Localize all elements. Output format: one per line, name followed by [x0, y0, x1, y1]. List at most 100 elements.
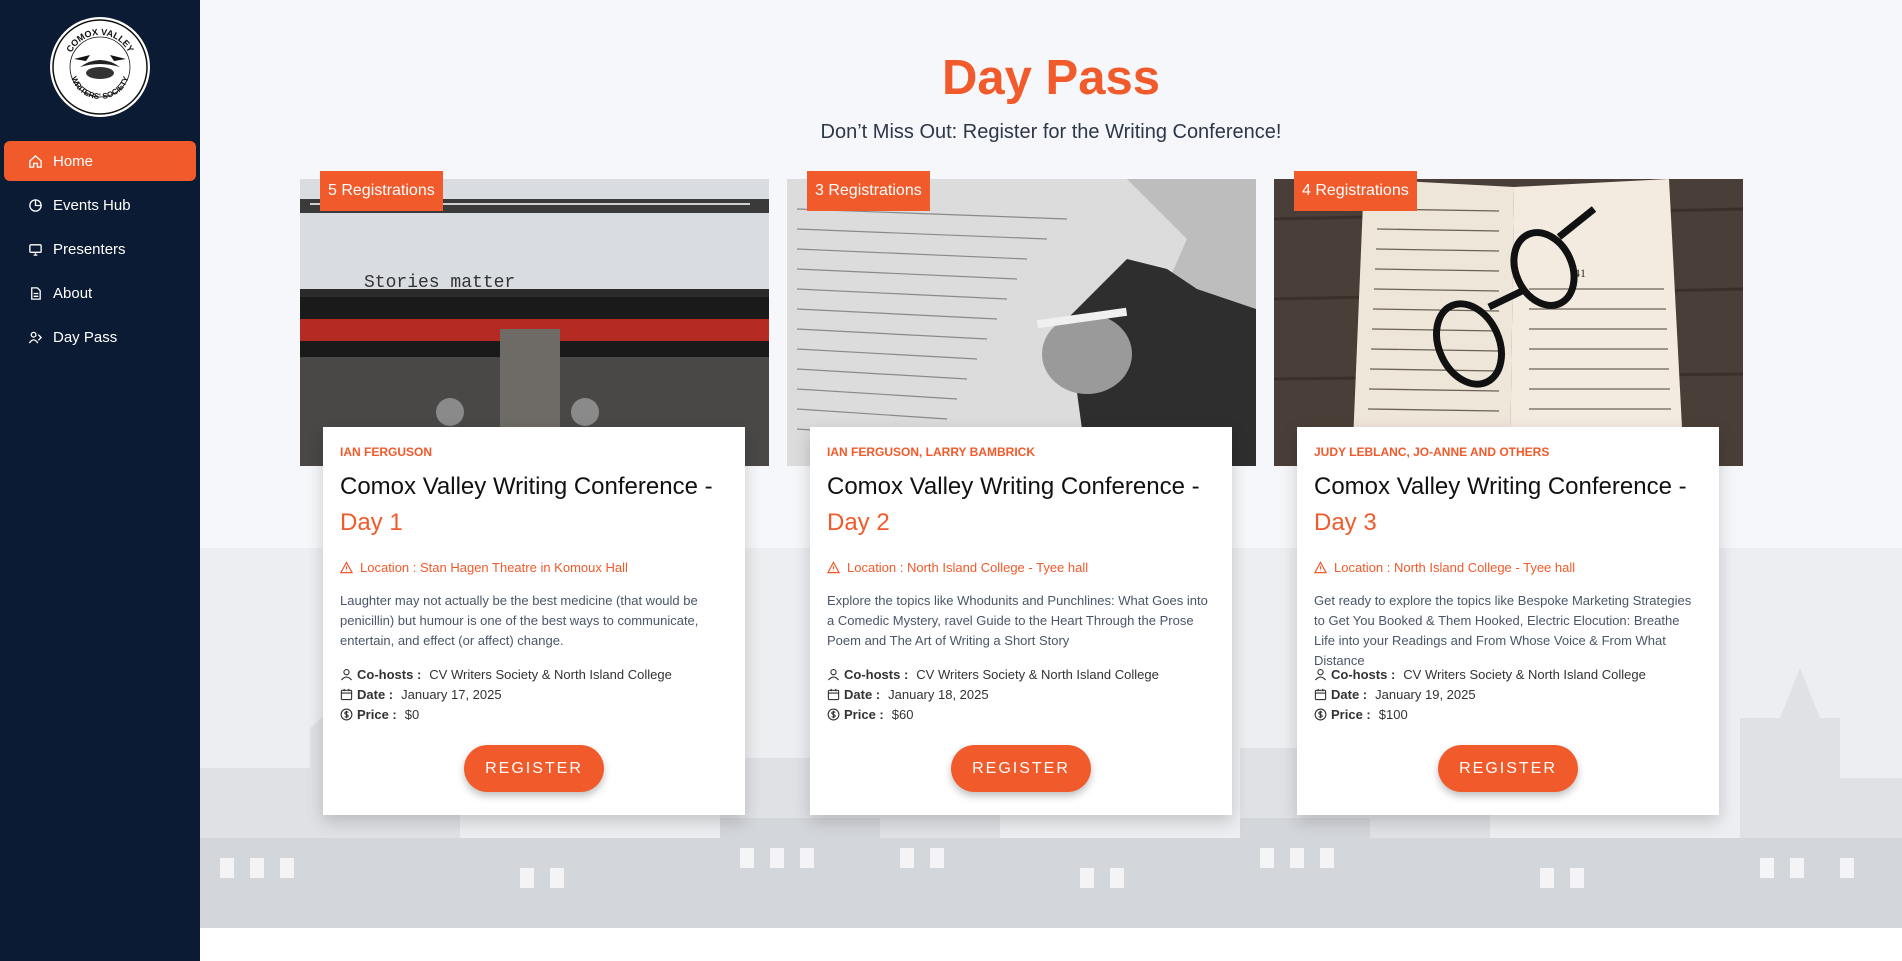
user-icon [827, 668, 840, 681]
typewriter-image: Stories matter [300, 179, 769, 466]
date-value: January 17, 2025 [401, 686, 502, 702]
cohosts-label: Co-hosts : [844, 666, 909, 682]
dollar-circle-icon [827, 708, 840, 721]
event-description: Laughter may not actually be the best me… [340, 593, 699, 648]
price-row: Price : $60 [827, 704, 1215, 724]
price-label: Price : [357, 706, 397, 722]
register-button[interactable]: REGISTER [1438, 745, 1578, 792]
event-title: Comox Valley Writing Conference - Day 1 [340, 469, 728, 541]
sidebar-item-label: Home [53, 152, 94, 170]
monitor-icon [28, 242, 43, 257]
cohosts-row: Co-hosts : CV Writers Society & North Is… [1314, 664, 1702, 684]
location-text: Location : North Island College - Tyee h… [847, 560, 1089, 575]
event-card: 3 Registrations Ian Ferguson, Larry Bamb… [787, 171, 1256, 819]
date-label: Date : [844, 686, 881, 702]
cohosts-value: CV Writers Society & North Island Colleg… [916, 666, 1159, 682]
date-value: January 18, 2025 [888, 686, 989, 702]
sidebar-item-events-hub[interactable]: Events Hub [4, 185, 196, 225]
event-meta: Co-hosts : CV Writers Society & North Is… [1314, 664, 1702, 724]
warning-triangle-icon [1314, 561, 1327, 574]
date-value: January 19, 2025 [1375, 686, 1476, 702]
book-glasses-image: 41 [1274, 179, 1743, 466]
price-value: $60 [891, 706, 914, 722]
event-title-day: Day 1 [340, 509, 403, 536]
sidebar-item-day-pass[interactable]: Day Pass [4, 317, 196, 357]
sidebar-item-label: Day Pass [53, 328, 118, 346]
sidebar-item-about[interactable]: About [4, 273, 196, 313]
dollar-circle-icon [340, 708, 353, 721]
location-text: Location : Stan Hagen Theatre in Komoux … [360, 560, 628, 575]
presenters-label: Judy LeBlanc, Jo-Anne and others [1314, 445, 1550, 459]
hand-writing-image [787, 179, 1256, 466]
users-icon [28, 330, 43, 345]
event-description: Explore the topics like Whodunits and Pu… [827, 593, 1208, 648]
calendar-icon [340, 688, 353, 701]
date-row: Date : January 17, 2025 [340, 684, 728, 704]
sidebar-item-label: About [53, 284, 93, 302]
event-meta: Co-hosts : CV Writers Society & North Is… [340, 664, 728, 724]
page-title: Day Pass [942, 51, 1160, 105]
price-row: Price : $100 [1314, 704, 1702, 724]
event-card-body: Ian Ferguson, Larry Bambrick Comox Valle… [810, 427, 1232, 815]
event-title-prefix: Comox Valley Writing Conference - [1314, 473, 1687, 500]
calendar-icon [827, 688, 840, 701]
sidebar-item-label: Events Hub [53, 196, 131, 214]
sidebar: COMOX VALLEY WRITERS' SOCIETY Home Event… [0, 0, 200, 961]
register-button[interactable]: REGISTER [951, 745, 1091, 792]
event-location: Location : North Island College - Tyee h… [1314, 560, 1702, 575]
register-button[interactable]: REGISTER [464, 745, 604, 792]
event-title: Comox Valley Writing Conference - Day 3 [1314, 469, 1702, 541]
event-card: Stories matter 5 Registrations Ian Fergu… [300, 171, 769, 819]
date-row: Date : January 18, 2025 [827, 684, 1215, 704]
event-location: Location : North Island College - Tyee h… [827, 560, 1215, 575]
event-meta: Co-hosts : CV Writers Society & North Is… [827, 664, 1215, 724]
date-label: Date : [357, 686, 394, 702]
warning-triangle-icon [827, 561, 840, 574]
sidebar-item-home[interactable]: Home [4, 141, 196, 181]
document-icon [28, 286, 43, 301]
cohosts-label: Co-hosts : [357, 666, 422, 682]
price-value: $100 [1378, 706, 1408, 722]
date-row: Date : January 19, 2025 [1314, 684, 1702, 704]
warning-triangle-icon [340, 561, 353, 574]
event-title-prefix: Comox Valley Writing Conference - [340, 473, 713, 500]
location-text: Location : North Island College - Tyee h… [1334, 560, 1576, 575]
event-title-day: Day 3 [1314, 509, 1377, 536]
event-description: Get ready to explore the topics like Bes… [1314, 593, 1692, 668]
image-text: Stories matter [364, 273, 515, 293]
event-title-prefix: Comox Valley Writing Conference - [827, 473, 1200, 500]
sidebar-nav: Home Events Hub Presenters About Day Pas… [4, 141, 196, 361]
logo-emblem: COMOX VALLEY WRITERS' SOCIETY [52, 19, 148, 115]
presenters-label: Ian Ferguson [340, 445, 433, 459]
main-content: Day Pass Don’t Miss Out: Register for th… [200, 0, 1902, 928]
event-location: Location : Stan Hagen Theatre in Komoux … [340, 560, 728, 575]
sidebar-item-label: Presenters [53, 240, 126, 258]
price-row: Price : $0 [340, 704, 728, 724]
home-icon [28, 154, 43, 169]
page-subtitle: Don’t Miss Out: Register for the Writing… [820, 121, 1282, 143]
registrations-badge: 3 Registrations [807, 171, 930, 211]
price-value: $0 [404, 706, 420, 722]
presenters-label: Ian Ferguson, Larry Bambrick [827, 445, 1036, 459]
event-title-day: Day 2 [827, 509, 890, 536]
calendar-icon [1314, 688, 1327, 701]
registrations-badge: 5 Registrations [320, 171, 443, 211]
user-icon [340, 668, 353, 681]
cohosts-label: Co-hosts : [1331, 666, 1396, 682]
date-label: Date : [1331, 686, 1368, 702]
sidebar-item-presenters[interactable]: Presenters [4, 229, 196, 269]
cohosts-value: CV Writers Society & North Island Colleg… [429, 666, 672, 682]
event-title: Comox Valley Writing Conference - Day 2 [827, 469, 1215, 541]
site-logo[interactable]: COMOX VALLEY WRITERS' SOCIETY [50, 17, 150, 117]
user-icon [1314, 668, 1327, 681]
cohosts-row: Co-hosts : CV Writers Society & North Is… [827, 664, 1215, 684]
event-card-body: Judy LeBlanc, Jo-Anne and others Comox V… [1297, 427, 1719, 815]
dollar-circle-icon [1314, 708, 1327, 721]
event-card: 41 4 Registrations Judy LeBlanc, Jo-Anne… [1274, 171, 1743, 819]
registrations-badge: 4 Registrations [1294, 171, 1417, 211]
cohosts-row: Co-hosts : CV Writers Society & North Is… [340, 664, 728, 684]
pie-chart-icon [28, 198, 43, 213]
cohosts-value: CV Writers Society & North Island Colleg… [1403, 666, 1646, 682]
price-label: Price : [844, 706, 884, 722]
event-card-body: Ian Ferguson Comox Valley Writing Confer… [323, 427, 745, 815]
